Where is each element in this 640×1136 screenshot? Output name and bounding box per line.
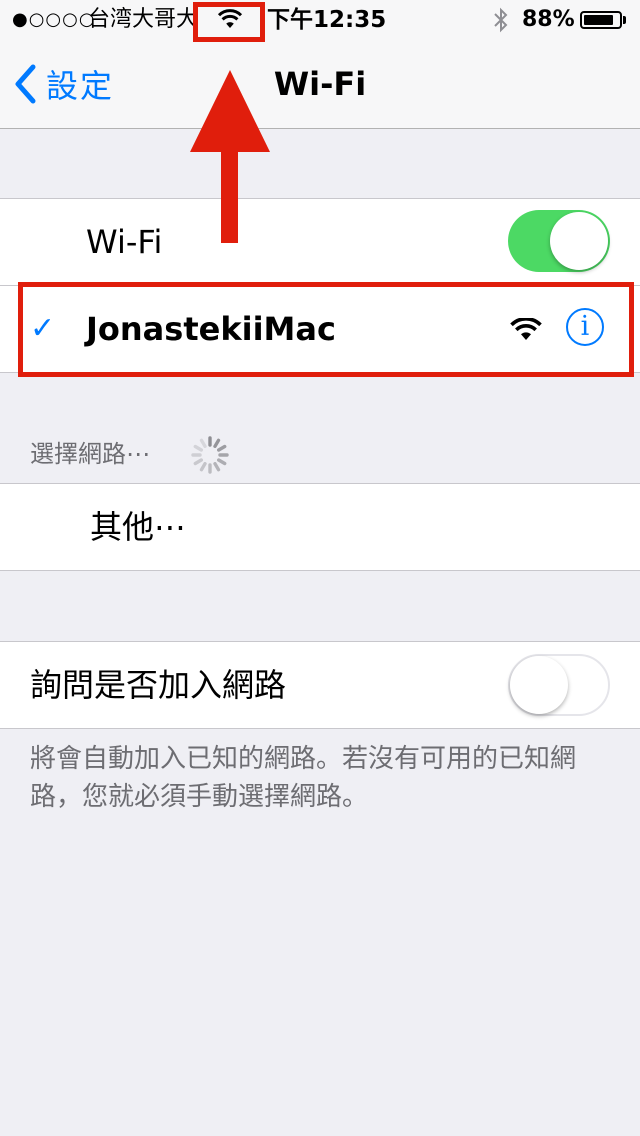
spinner-icon xyxy=(191,436,229,474)
wifi-toggle-row: Wi-Fi xyxy=(0,199,640,285)
battery-icon xyxy=(580,11,622,29)
arrow-shaft xyxy=(221,135,238,243)
wifi-toggle-label: Wi-Fi xyxy=(86,223,163,261)
network-highlight-box xyxy=(18,282,634,377)
battery-percentage: 88% xyxy=(522,7,575,32)
battery-tip xyxy=(623,16,626,24)
status-bar: ●○○○○ 台湾大哥大 下午12:35 88% xyxy=(0,0,640,40)
page-title: Wi-Fi xyxy=(273,65,367,103)
toggle-knob xyxy=(550,212,608,270)
carrier-name: 台湾大哥大 xyxy=(88,7,199,32)
signal-strength: ●○○○○ xyxy=(12,9,96,30)
choose-network-header: 選擇網路⋯ xyxy=(30,436,229,474)
other-network-row[interactable]: 其他⋯ xyxy=(0,484,640,570)
ask-to-join-toggle[interactable] xyxy=(508,654,610,716)
navigation-bar: 設定 Wi-Fi xyxy=(0,40,640,129)
battery-level xyxy=(584,15,614,25)
ask-to-join-group: 詢問是否加入網路 xyxy=(0,641,640,729)
status-wifi-highlight-box xyxy=(193,2,265,42)
other-network-group: 其他⋯ xyxy=(0,483,640,571)
ask-to-join-row: 詢問是否加入網路 xyxy=(0,642,640,728)
bluetooth-icon xyxy=(494,7,508,33)
clock: 下午12:35 xyxy=(267,7,387,33)
toggle-knob xyxy=(510,656,568,714)
ask-to-join-footer: 將會自動加入已知的網路。若沒有可用的已知網路，您就必須手動選擇網路。 xyxy=(30,744,577,812)
wifi-toggle[interactable] xyxy=(508,210,610,272)
ask-to-join-label: 詢問是否加入網路 xyxy=(30,666,287,704)
choose-network-label: 選擇網路⋯ xyxy=(30,440,150,468)
other-network-label: 其他⋯ xyxy=(90,508,187,546)
